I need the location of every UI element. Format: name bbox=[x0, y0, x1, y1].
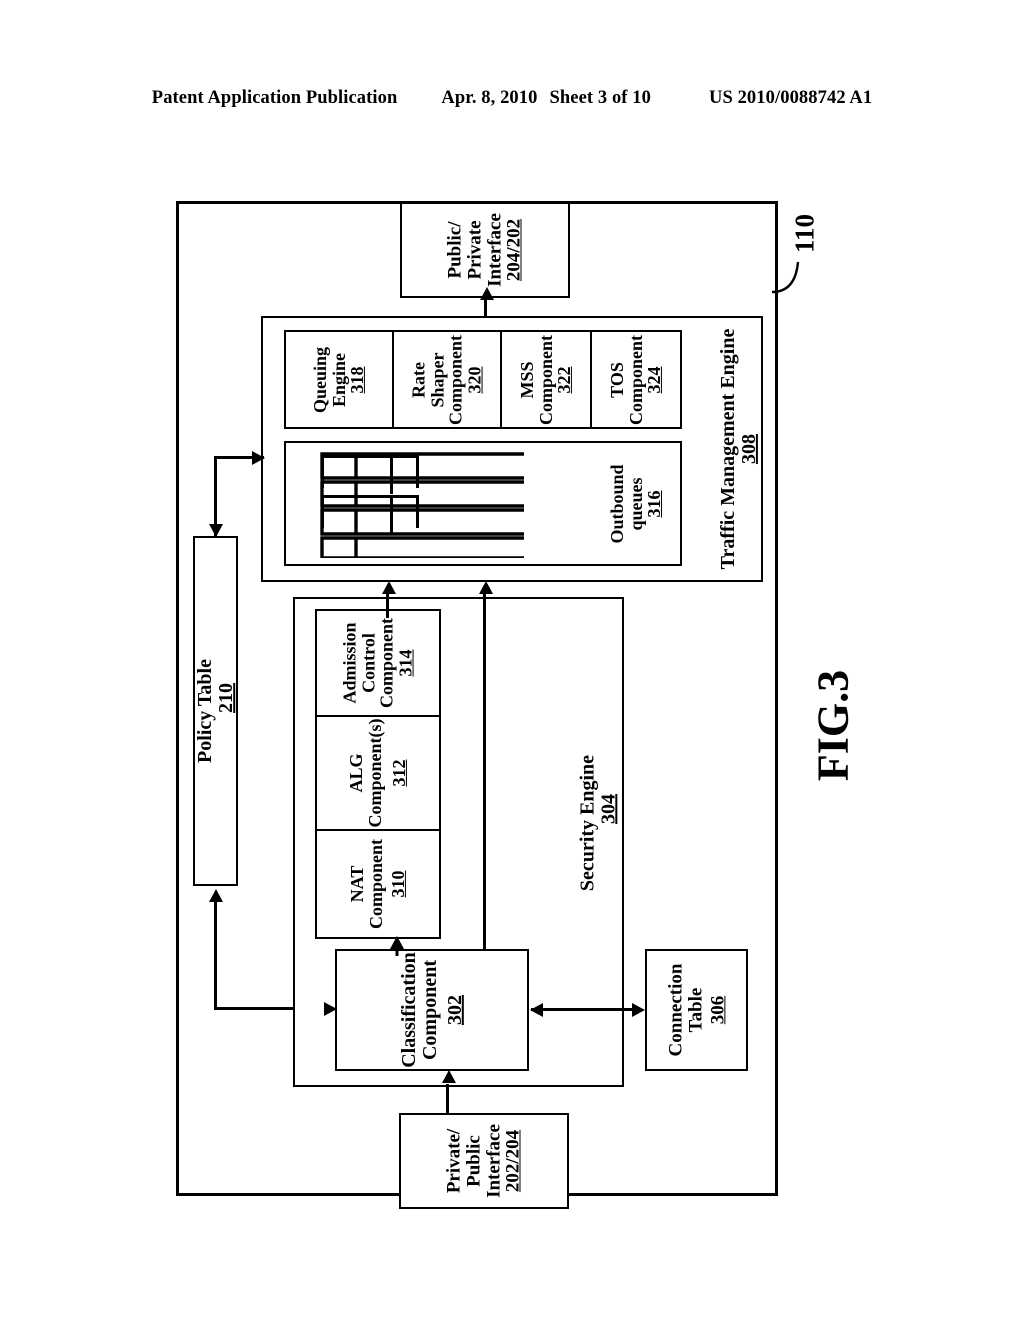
tos-ref: 324 bbox=[644, 366, 665, 394]
ct-line2: Table bbox=[684, 987, 706, 1033]
cc-ref: 302 bbox=[443, 995, 466, 1025]
tos-label: TOS Component 324 bbox=[606, 334, 665, 425]
pbi-line1: Private/ bbox=[443, 1128, 465, 1194]
rs-line1: Rate bbox=[408, 361, 429, 398]
rs-line3: Component bbox=[446, 334, 466, 425]
alg-component-box: ALG Component(s) 312 bbox=[315, 715, 441, 831]
connector-classification-to-connection-table bbox=[531, 1008, 639, 1011]
rate-shaper-label: Rate Shaper Component 320 bbox=[408, 334, 485, 425]
arrowhead-to-connection-table bbox=[632, 1003, 645, 1017]
mss-ref: 322 bbox=[554, 366, 575, 394]
arrowhead-policy-table-bottom bbox=[209, 889, 223, 902]
oq-line2: queues bbox=[625, 477, 646, 531]
oq-ref: 316 bbox=[644, 490, 665, 517]
nat-ref: 310 bbox=[388, 870, 409, 898]
admission-control-label: Admission Control Component 314 bbox=[339, 617, 416, 709]
public-private-interface-label: Public/ Private Interface 204/202 bbox=[444, 213, 525, 287]
outbound-queue-glyphs bbox=[320, 452, 524, 558]
alg-ref: 312 bbox=[389, 759, 410, 787]
arrowhead-into-policy-table bbox=[209, 524, 223, 537]
connection-table-label: Connection Table 306 bbox=[664, 963, 728, 1057]
pbi-ref: 202/204 bbox=[502, 1129, 524, 1193]
mss-line1: MSS bbox=[516, 360, 537, 399]
ppi-line3: Interface bbox=[484, 213, 505, 287]
tos-line2: Component bbox=[625, 334, 646, 425]
nat-line1: NAT bbox=[346, 865, 367, 903]
nat-label: NAT Component 310 bbox=[346, 838, 409, 930]
security-engine-label: Security Engine 304 bbox=[576, 754, 619, 891]
header-patent-number: US 2010/0088742 A1 bbox=[709, 88, 873, 108]
tos-line1: TOS bbox=[606, 361, 627, 398]
nat-line2: Component bbox=[365, 838, 386, 930]
ct-line1: Connection bbox=[664, 963, 686, 1057]
pt-ref: 210 bbox=[214, 683, 237, 713]
outbound-queues-label: Outbound queues 316 bbox=[606, 463, 665, 544]
connector-ac-to-tme bbox=[386, 594, 389, 618]
connection-table-box: Connection Table 306 bbox=[645, 949, 748, 1071]
ac-line3: Component bbox=[377, 617, 397, 709]
rs-line2: Shaper bbox=[427, 351, 448, 408]
nat-component-box: NAT Component 310 bbox=[315, 829, 441, 939]
alg-line2: Component(s) bbox=[364, 718, 385, 828]
classification-component-box: Classification Component 302 bbox=[335, 949, 529, 1071]
pt-line1: Policy Table bbox=[193, 659, 216, 763]
connector-tme-to-ppi bbox=[484, 298, 487, 316]
header-sheet: Sheet 3 of 10 bbox=[549, 88, 651, 108]
connector-classification-to-policy bbox=[214, 900, 217, 1010]
arrowhead-ppi2-to-classification bbox=[442, 1070, 456, 1083]
rs-ref: 320 bbox=[464, 366, 485, 394]
traffic-management-engine-label: Traffic Management Engine 308 bbox=[717, 328, 760, 570]
pbi-line2: Public bbox=[463, 1135, 485, 1187]
ac-ref: 314 bbox=[395, 649, 416, 677]
connector-se-to-tme bbox=[483, 594, 486, 966]
private-public-interface-label: Private/ Public Interface 202/204 bbox=[443, 1124, 524, 1198]
ct-ref: 306 bbox=[706, 995, 728, 1025]
cc-line1: Classification bbox=[397, 952, 420, 1068]
ppi-ref: 204/202 bbox=[503, 218, 525, 282]
admission-control-component-box: Admission Control Component 314 bbox=[315, 609, 441, 717]
policy-table-label: Policy Table 210 bbox=[193, 659, 237, 763]
arrowhead-to-classification bbox=[530, 1003, 543, 1017]
public-private-interface-box: Public/ Private Interface 204/202 bbox=[400, 202, 570, 298]
classification-component-label: Classification Component 302 bbox=[397, 952, 466, 1068]
alg-line1: ALG bbox=[345, 753, 366, 793]
pbi-line3: Interface bbox=[483, 1124, 504, 1198]
page-header: Patent Application Publication Apr. 8, 2… bbox=[0, 88, 1024, 109]
qe-line1: Queuing bbox=[309, 346, 330, 413]
queuing-engine-label: Queuing Engine 318 bbox=[309, 346, 368, 413]
qe-ref: 318 bbox=[347, 366, 368, 393]
header-publication: Patent Application Publication bbox=[151, 88, 398, 108]
tme-components-row: Queuing Engine 318 bbox=[284, 330, 394, 429]
tos-component-box: TOS Component 324 bbox=[590, 330, 682, 429]
private-public-interface-box: Private/ Public Interface 202/204 bbox=[399, 1113, 569, 1209]
header-date: Apr. 8, 2010 bbox=[441, 88, 538, 108]
oq-line1: Outbound bbox=[606, 463, 627, 544]
connector-ppi2-to-classification bbox=[446, 1084, 449, 1114]
connector-classification-nat bbox=[390, 936, 404, 956]
figure-label: FIG.3 bbox=[808, 669, 858, 782]
ac-line1: Admission bbox=[339, 622, 360, 704]
ppi-line1: Public/ bbox=[444, 221, 466, 279]
cc-line2: Component bbox=[418, 960, 441, 1061]
ppi-line2: Private bbox=[464, 220, 486, 280]
mss-label: MSS Component 322 bbox=[516, 334, 575, 425]
arrowhead-ac-to-tme bbox=[382, 581, 396, 594]
tme-ref: 308 bbox=[738, 434, 760, 465]
qe-line2: Engine bbox=[328, 352, 349, 407]
device-reference-label: 110 bbox=[789, 214, 820, 254]
arrowhead-into-classification bbox=[324, 1002, 337, 1016]
se-ref: 304 bbox=[597, 793, 619, 824]
tme-line1: Traffic Management Engine bbox=[717, 328, 740, 570]
ac-line2: Control bbox=[358, 633, 379, 693]
alg-label: ALG Component(s) 312 bbox=[345, 718, 410, 828]
patent-figure-page: Patent Application Publication Apr. 8, 2… bbox=[0, 0, 1024, 1320]
arrowhead-into-tme bbox=[252, 451, 265, 465]
mss-line2: Component bbox=[535, 334, 556, 425]
mss-component-box: MSS Component 322 bbox=[500, 330, 592, 429]
arrowhead-tme-to-ppi bbox=[480, 287, 494, 300]
se-line1: Security Engine bbox=[576, 754, 599, 891]
policy-table-box: Policy Table 210 bbox=[193, 536, 238, 886]
rate-shaper-component-box: Rate Shaper Component 320 bbox=[392, 330, 502, 429]
arrowhead-se-to-tme bbox=[479, 581, 493, 594]
